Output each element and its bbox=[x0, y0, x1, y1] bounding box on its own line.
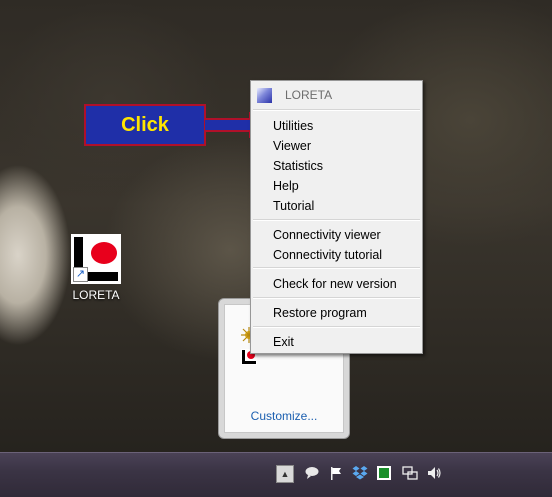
dropbox-icon[interactable] bbox=[352, 465, 368, 481]
loreta-app-icon: ↗ bbox=[71, 234, 121, 284]
loreta-app-icon bbox=[257, 88, 272, 103]
menu-separator bbox=[253, 109, 420, 111]
network-icon[interactable] bbox=[402, 465, 418, 481]
loreta-desktop-shortcut[interactable]: ↗ LORETA bbox=[64, 234, 128, 302]
desktop-icon-label: LORETA bbox=[72, 288, 120, 302]
menu-item-connectivity-viewer[interactable]: Connectivity viewer bbox=[273, 228, 381, 242]
menu-item-exit[interactable]: Exit bbox=[273, 335, 294, 349]
loreta-tray-context-menu: LORETA Utilities Viewer Statistics Help … bbox=[250, 80, 423, 354]
menu-item-check-for-new-version[interactable]: Check for new version bbox=[273, 277, 397, 291]
menu-item-tutorial[interactable]: Tutorial bbox=[273, 199, 314, 213]
menu-title: LORETA bbox=[285, 88, 333, 102]
menu-item-restore-program[interactable]: Restore program bbox=[273, 306, 367, 320]
menu-separator bbox=[253, 219, 420, 221]
green-app-icon[interactable] bbox=[376, 465, 392, 481]
chat-bubble-icon[interactable] bbox=[304, 465, 320, 481]
menu-item-connectivity-tutorial[interactable]: Connectivity tutorial bbox=[273, 248, 382, 262]
menu-separator bbox=[253, 297, 420, 299]
taskbar: ▲ ​​ bbox=[0, 452, 552, 497]
shortcut-arrow-icon: ↗ bbox=[73, 267, 88, 282]
menu-separator bbox=[253, 267, 420, 269]
callout-text: Click bbox=[121, 114, 169, 136]
customize-link[interactable]: Customize... bbox=[225, 409, 343, 423]
menu-item-viewer[interactable]: Viewer bbox=[273, 139, 311, 153]
menu-item-statistics[interactable]: Statistics bbox=[273, 159, 323, 173]
menu-item-help[interactable]: Help bbox=[273, 179, 299, 193]
system-clock[interactable]: ​​ bbox=[470, 461, 540, 489]
show-hidden-icons-chevron[interactable]: ▲ bbox=[276, 465, 294, 483]
click-callout: Click bbox=[84, 104, 206, 146]
menu-title-row: LORETA bbox=[251, 81, 422, 109]
volume-icon[interactable] bbox=[426, 465, 442, 481]
menu-separator bbox=[253, 326, 420, 328]
menu-item-utilities[interactable]: Utilities bbox=[273, 119, 313, 133]
action-center-flag-icon[interactable] bbox=[328, 465, 344, 481]
